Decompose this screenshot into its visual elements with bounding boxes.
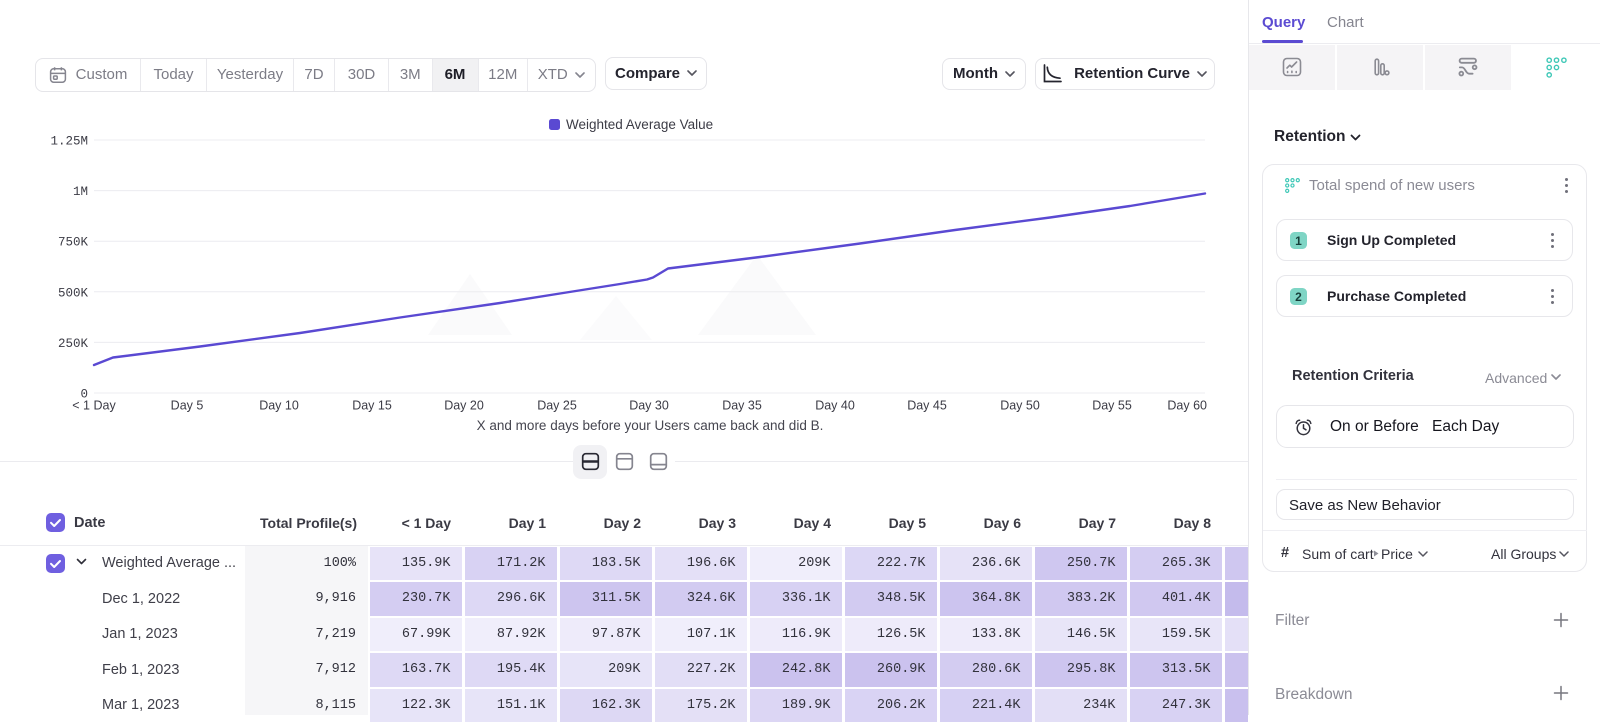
svg-text:Day 45: Day 45 (907, 399, 947, 413)
svg-text:Day 55: Day 55 (1092, 399, 1132, 413)
svg-text:< 1 Day: < 1 Day (72, 399, 116, 413)
svg-text:1.25M: 1.25M (50, 135, 88, 149)
svg-text:1M: 1M (73, 185, 88, 199)
svg-text:Day 60: Day 60 (1167, 399, 1207, 413)
svg-text:Day 50: Day 50 (1000, 399, 1040, 413)
svg-text:Day 30: Day 30 (629, 399, 669, 413)
svg-text:Day 10: Day 10 (259, 399, 299, 413)
svg-text:Day 35: Day 35 (722, 399, 762, 413)
svg-text:Day 20: Day 20 (444, 399, 484, 413)
svg-text:250K: 250K (58, 337, 89, 351)
svg-text:750K: 750K (58, 236, 89, 250)
svg-text:Day 5: Day 5 (171, 399, 204, 413)
svg-text:500K: 500K (58, 286, 89, 300)
svg-text:Day 25: Day 25 (537, 399, 577, 413)
svg-text:Day 40: Day 40 (815, 399, 855, 413)
svg-text:Day 15: Day 15 (352, 399, 392, 413)
